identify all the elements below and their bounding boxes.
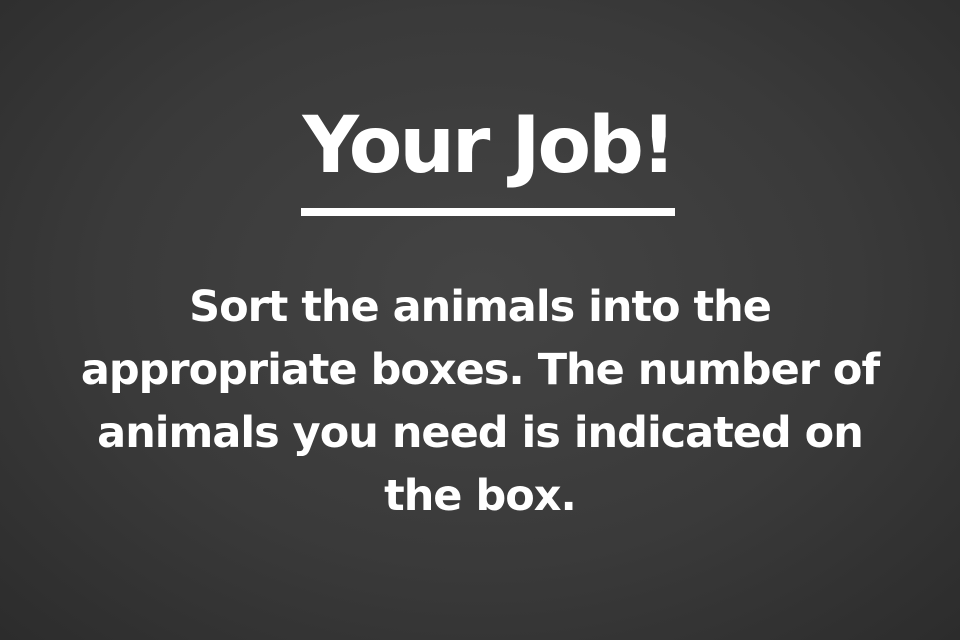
title-underline <box>301 208 675 216</box>
instructions-text: Sort the animals into the appropriate bo… <box>80 282 880 521</box>
instructions-screen: Your Job! Sort the animals into the appr… <box>0 0 960 640</box>
screen-title: Your Job! <box>302 101 676 191</box>
